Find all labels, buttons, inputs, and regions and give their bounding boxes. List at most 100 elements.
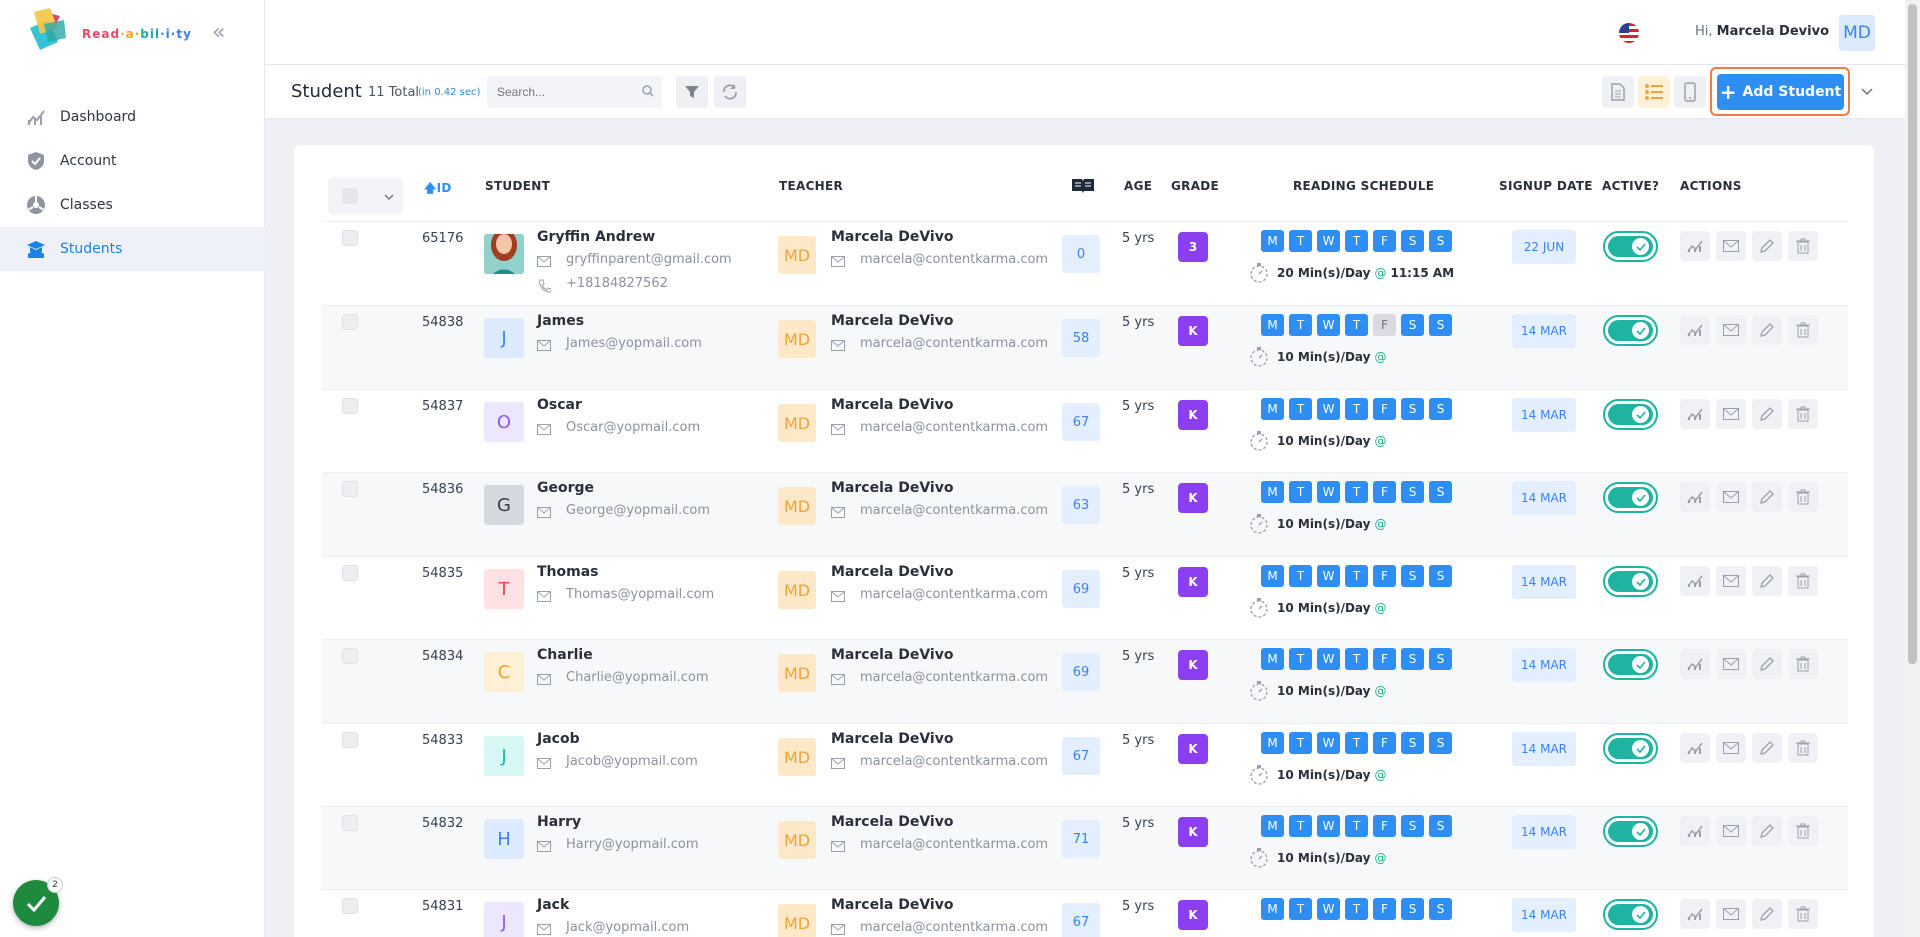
edit-button[interactable]	[1752, 482, 1782, 512]
day-toggle[interactable]: T	[1289, 314, 1312, 336]
delete-button[interactable]	[1788, 816, 1818, 846]
day-toggle[interactable]: F	[1373, 565, 1396, 587]
day-toggle[interactable]: W	[1317, 565, 1340, 587]
day-toggle[interactable]: T	[1289, 648, 1312, 670]
email-button[interactable]	[1716, 649, 1746, 679]
day-toggle[interactable]: S	[1429, 398, 1452, 420]
day-toggle[interactable]: W	[1317, 648, 1340, 670]
progress-button[interactable]	[1680, 482, 1710, 512]
student-name[interactable]: James	[537, 313, 584, 329]
day-toggle[interactable]: T	[1345, 648, 1368, 670]
day-toggle[interactable]: M	[1261, 314, 1284, 336]
student-name[interactable]: George	[537, 480, 594, 496]
progress-button[interactable]	[1680, 231, 1710, 261]
day-toggle[interactable]: M	[1261, 648, 1284, 670]
email-button[interactable]	[1716, 899, 1746, 929]
day-toggle[interactable]: T	[1345, 898, 1368, 920]
day-toggle[interactable]: T	[1345, 815, 1368, 837]
page-scrollbar[interactable]	[1905, 0, 1920, 937]
progress-button[interactable]	[1680, 649, 1710, 679]
active-toggle[interactable]	[1603, 816, 1658, 847]
student-name[interactable]: Jacob	[537, 731, 580, 747]
day-toggle[interactable]: S	[1401, 314, 1424, 336]
delete-button[interactable]	[1788, 899, 1818, 929]
active-toggle[interactable]	[1603, 315, 1658, 346]
progress-button[interactable]	[1680, 816, 1710, 846]
sidebar-item-students[interactable]: Students	[0, 227, 265, 271]
day-toggle[interactable]: W	[1317, 481, 1340, 503]
active-toggle[interactable]	[1603, 231, 1658, 262]
day-toggle[interactable]: T	[1345, 314, 1368, 336]
email-button[interactable]	[1716, 399, 1746, 429]
active-toggle[interactable]	[1603, 399, 1658, 430]
day-toggle[interactable]: S	[1401, 398, 1424, 420]
us-flag-icon[interactable]	[1619, 23, 1639, 43]
export-document-button[interactable]	[1602, 76, 1634, 108]
day-toggle[interactable]: S	[1429, 565, 1452, 587]
column-header-student[interactable]: STUDENT	[485, 179, 550, 193]
progress-button[interactable]	[1680, 733, 1710, 763]
edit-button[interactable]	[1752, 231, 1782, 261]
email-button[interactable]	[1716, 482, 1746, 512]
sidebar-item-account[interactable]: Account	[0, 139, 265, 183]
student-name[interactable]: Oscar	[537, 397, 582, 413]
progress-button[interactable]	[1680, 315, 1710, 345]
day-toggle[interactable]: S	[1429, 732, 1452, 754]
day-toggle[interactable]: S	[1429, 481, 1452, 503]
day-toggle[interactable]: W	[1317, 314, 1340, 336]
day-toggle[interactable]: F	[1373, 230, 1396, 252]
progress-button[interactable]	[1680, 899, 1710, 929]
day-toggle[interactable]: W	[1317, 815, 1340, 837]
column-header-reading-level[interactable]	[1071, 176, 1095, 197]
email-button[interactable]	[1716, 733, 1746, 763]
sidebar-item-dashboard[interactable]: Dashboard	[0, 95, 265, 139]
day-toggle[interactable]: F	[1373, 648, 1396, 670]
search-input[interactable]	[487, 76, 662, 108]
filter-button[interactable]	[676, 76, 708, 108]
row-checkbox[interactable]	[342, 565, 358, 581]
progress-button[interactable]	[1680, 399, 1710, 429]
delete-button[interactable]	[1788, 649, 1818, 679]
day-toggle[interactable]: W	[1317, 732, 1340, 754]
active-toggle[interactable]	[1603, 649, 1658, 680]
day-toggle[interactable]: M	[1261, 565, 1284, 587]
app-logo[interactable]: Read·a·bil·i·ty	[24, 8, 191, 58]
progress-button[interactable]	[1680, 566, 1710, 596]
student-name[interactable]: Gryffin Andrew	[537, 229, 655, 245]
student-name[interactable]: Jack	[537, 897, 569, 913]
day-toggle[interactable]: T	[1289, 230, 1312, 252]
day-toggle[interactable]: S	[1401, 648, 1424, 670]
day-toggle[interactable]: T	[1345, 398, 1368, 420]
email-button[interactable]	[1716, 566, 1746, 596]
active-toggle[interactable]	[1603, 482, 1658, 513]
day-toggle[interactable]: F	[1373, 815, 1396, 837]
row-checkbox[interactable]	[342, 314, 358, 330]
day-toggle[interactable]: T	[1289, 898, 1312, 920]
bulk-select-dropdown[interactable]	[328, 178, 403, 214]
select-all-checkbox[interactable]	[342, 188, 358, 204]
day-toggle[interactable]: F	[1373, 898, 1396, 920]
list-view-button[interactable]	[1638, 76, 1670, 108]
edit-button[interactable]	[1752, 733, 1782, 763]
day-toggle[interactable]: M	[1261, 481, 1284, 503]
delete-button[interactable]	[1788, 566, 1818, 596]
row-checkbox[interactable]	[342, 898, 358, 914]
edit-button[interactable]	[1752, 899, 1782, 929]
student-name[interactable]: Thomas	[537, 564, 599, 580]
day-toggle[interactable]: T	[1345, 732, 1368, 754]
day-toggle[interactable]: M	[1261, 398, 1284, 420]
day-toggle[interactable]: S	[1401, 565, 1424, 587]
email-button[interactable]	[1716, 315, 1746, 345]
column-header-signup[interactable]: SIGNUP DATE	[1499, 179, 1593, 193]
day-toggle[interactable]: T	[1289, 481, 1312, 503]
row-checkbox[interactable]	[342, 815, 358, 831]
user-avatar[interactable]: MD	[1839, 15, 1875, 51]
edit-button[interactable]	[1752, 816, 1782, 846]
row-checkbox[interactable]	[342, 481, 358, 497]
day-toggle[interactable]: T	[1289, 815, 1312, 837]
day-toggle[interactable]: S	[1401, 481, 1424, 503]
delete-button[interactable]	[1788, 231, 1818, 261]
sidebar-item-classes[interactable]: Classes	[0, 183, 265, 227]
add-student-button[interactable]: + Add Student	[1717, 74, 1844, 110]
day-toggle[interactable]: W	[1317, 398, 1340, 420]
